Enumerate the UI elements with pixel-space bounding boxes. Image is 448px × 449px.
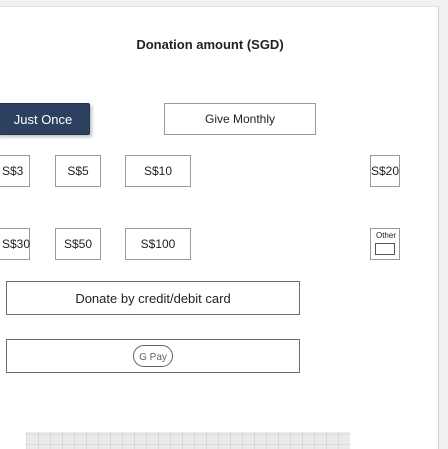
amount-option-20[interactable]: S$20 [370,155,400,187]
just-once-button[interactable]: Just Once [0,103,90,135]
other-amount-option[interactable]: Other [370,228,400,260]
give-monthly-button[interactable]: Give Monthly [164,103,316,135]
donation-amount-heading: Donation amount (SGD) [136,37,284,52]
other-amount-label: Other [375,231,396,240]
amount-option-100[interactable]: S$100 [125,228,191,260]
amount-option-5[interactable]: S$5 [55,155,101,187]
footer-image [26,432,350,449]
google-pay-icon-text: G Pay [139,352,167,363]
google-pay-icon: G Pay [133,345,173,367]
amount-option-3[interactable]: S$3 [0,155,30,187]
google-pay-button[interactable]: G Pay [6,339,300,373]
amount-option-30[interactable]: S$30 [0,228,30,260]
donation-form: Donation amount (SGD) Just Once Give Mon… [0,6,439,449]
donate-card-button[interactable]: Donate by credit/debit card [6,281,300,315]
amount-option-10[interactable]: S$10 [125,155,191,187]
other-amount-input[interactable] [375,243,395,255]
amount-option-50[interactable]: S$50 [55,228,101,260]
